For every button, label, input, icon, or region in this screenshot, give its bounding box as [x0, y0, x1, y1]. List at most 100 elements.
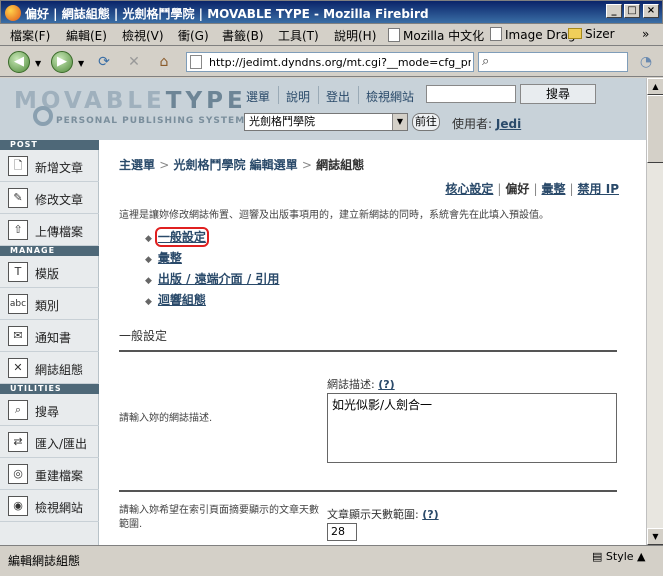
menu-edit[interactable]: 編輯(E)	[66, 27, 107, 44]
top-link-help[interactable]: 說明	[286, 88, 310, 105]
scroll-thumb[interactable]	[647, 95, 663, 163]
tab-preferences: 偏好	[505, 182, 530, 196]
days-label: 文章顯示天數範圍: (?)	[327, 508, 439, 521]
scroll-up-icon[interactable]: ▲	[647, 78, 663, 95]
tools-icon: ✕	[8, 358, 28, 378]
user-label: 使用者: Jedi	[452, 117, 522, 131]
link-archiving[interactable]: ◆ 彙整	[145, 249, 182, 266]
new-entry-icon: 🗋	[8, 156, 28, 176]
breadcrumb-blog-menu[interactable]: 光劍格鬥學院 編輯選單	[173, 158, 297, 172]
forward-button[interactable]: ▶	[51, 51, 73, 73]
menu-bar: 檔案(F) 編輯(E) 檢視(V) 衝(G) 書籤(B) 工具(T) 說明(H)…	[0, 24, 663, 46]
edit-entry-icon: ✎	[8, 188, 28, 208]
sidebar-item-weblog-config[interactable]: ✕ 網誌組態	[0, 352, 99, 384]
tab-archiving[interactable]: 彙整	[541, 182, 565, 196]
firebird-icon	[5, 5, 21, 21]
sidebar-item-templates[interactable]: T 模版	[0, 256, 99, 288]
window-title: 偏好 | 網誌組態 | 光劍格鬥學院 | MOVABLE TYPE - Mozi…	[25, 7, 429, 21]
address-text: http://jedimt.dyndns.org/mt.cgi?__mode=c…	[209, 56, 471, 69]
address-bar[interactable]: http://jedimt.dyndns.org/mt.cgi?__mode=c…	[186, 52, 474, 72]
menu-tools[interactable]: 工具(T)	[278, 27, 319, 44]
page-icon	[388, 28, 400, 42]
mt-header: MOVABLETYPE PERSONAL PUBLISHING SYSTEM 選…	[0, 78, 646, 140]
notification-icon: ✉	[8, 326, 28, 346]
forward-dropdown-icon[interactable]: ▼	[78, 59, 84, 68]
user-name-link[interactable]: Jedi	[496, 117, 521, 131]
style-switcher[interactable]: ▤ Style ▲	[592, 550, 646, 563]
menu-file[interactable]: 檔案(F)	[10, 27, 50, 44]
mt-search-input[interactable]	[426, 85, 516, 103]
bookmark-sizer[interactable]: Sizer	[568, 27, 615, 41]
sidebar-item-categories[interactable]: abc 類別	[0, 288, 99, 320]
back-dropdown-icon[interactable]: ▼	[35, 59, 41, 68]
breadcrumb-current: 網誌組態	[316, 158, 365, 172]
sidebar-item-import-export[interactable]: ⇄ 匯入/匯出	[0, 426, 99, 458]
description-label: 網誌描述: (?)	[327, 378, 395, 391]
mt-tagline: PERSONAL PUBLISHING SYSTEM	[56, 116, 246, 126]
bookmark-image-drag[interactable]: Image Drag	[490, 27, 576, 42]
web-search-input[interactable]: ⌕	[478, 52, 628, 72]
help-link[interactable]: (?)	[378, 378, 394, 391]
bookmarks-overflow-button[interactable]: »	[642, 27, 649, 41]
menu-go[interactable]: 衝(G)	[178, 27, 209, 44]
back-button[interactable]: ◀	[8, 51, 30, 73]
sidebar-section-manage: MANAGE	[0, 246, 99, 256]
menu-bookmarks[interactable]: 書籤(B)	[222, 27, 264, 44]
throbber-icon: ◔	[639, 54, 653, 70]
section-title-general: 一般設定	[119, 329, 168, 343]
stop-icon[interactable]: ✕	[124, 53, 144, 71]
sidebar-section-post: POST	[0, 140, 99, 150]
top-link-menu[interactable]: 選單	[246, 88, 270, 105]
close-button[interactable]: ×	[643, 4, 659, 18]
go-button[interactable]: 前往	[412, 113, 440, 131]
link-comments[interactable]: ◆ 迴響組態	[145, 291, 206, 308]
sidebar-section-utilities: UTILITIES	[0, 384, 99, 394]
status-text: 編輯網誌組態	[8, 554, 81, 568]
description-textarea[interactable]: 如光似影/人劍合一	[327, 393, 617, 463]
sidebar-item-upload-file[interactable]: ⇧ 上傳檔案	[0, 214, 99, 246]
view-site-icon: ◉	[8, 496, 28, 516]
days-input[interactable]: 28	[327, 523, 357, 541]
maximize-button[interactable]: □	[624, 4, 640, 18]
reload-icon[interactable]: ⟳	[94, 53, 114, 71]
top-link-view-site[interactable]: 檢視網站	[366, 88, 414, 105]
upload-icon: ⇧	[8, 220, 28, 240]
divider	[318, 86, 319, 104]
top-link-logout[interactable]: 登出	[326, 88, 350, 105]
navigation-toolbar: ◀ ▼ ▶ ▼ ⟳ ✕ ⌂ http://jedimt.dyndns.org/m…	[0, 47, 663, 77]
vertical-scrollbar[interactable]: ▲ ▼	[646, 78, 663, 545]
page-content: MOVABLETYPE PERSONAL PUBLISHING SYSTEM 選…	[0, 78, 646, 545]
mt-search-button[interactable]: 搜尋	[520, 84, 596, 104]
page-icon	[190, 55, 202, 69]
sidebar-item-search[interactable]: ⌕ 搜尋	[0, 394, 99, 426]
blog-select[interactable]: 光劍格鬥學院 ▼	[244, 113, 408, 131]
sidebar-item-edit-entries[interactable]: ✎ 修改文章	[0, 182, 99, 214]
sidebar-item-rebuild[interactable]: ◎ 重建檔案	[0, 458, 99, 490]
config-subtabs: 核心設定 | 偏好 | 彙整 | 禁用 IP	[445, 182, 619, 196]
tab-ip-banning[interactable]: 禁用 IP	[578, 182, 619, 196]
search-icon: ⌕	[8, 400, 28, 420]
link-publishing[interactable]: ◆ 出版 / 遠端介面 / 引用	[145, 270, 279, 287]
minimize-button[interactable]: _	[606, 4, 622, 18]
help-link[interactable]: (?)	[422, 508, 438, 521]
page-icon	[490, 27, 502, 41]
folder-icon	[568, 28, 582, 39]
breadcrumb-main-menu[interactable]: 主選單	[119, 158, 155, 172]
home-icon[interactable]: ⌂	[154, 53, 174, 71]
rebuild-icon: ◎	[8, 464, 28, 484]
link-general-settings[interactable]: ◆ 一般設定	[145, 227, 209, 247]
sidebar-item-notifications[interactable]: ✉ 通知書	[0, 320, 99, 352]
description-prompt: 請輸入妳的網誌描述.	[119, 413, 213, 424]
menu-view[interactable]: 檢視(V)	[122, 27, 164, 44]
breadcrumb: 主選單 > 光劍格鬥學院 編輯選單 > 網誌組態	[119, 158, 365, 172]
import-export-icon: ⇄	[8, 432, 28, 452]
scroll-down-icon[interactable]: ▼	[647, 528, 663, 545]
divider	[358, 86, 359, 104]
tab-core-settings[interactable]: 核心設定	[445, 182, 493, 196]
chevron-down-icon: ▼	[392, 114, 407, 130]
bookmark-mozilla-chinese[interactable]: Mozilla 中文化	[388, 27, 484, 44]
sidebar-item-new-entry[interactable]: 🗋 新增文章	[0, 150, 99, 182]
menu-help[interactable]: 說明(H)	[334, 27, 376, 44]
sidebar-item-view-site[interactable]: ◉ 檢視網站	[0, 490, 99, 522]
divider	[119, 350, 617, 352]
